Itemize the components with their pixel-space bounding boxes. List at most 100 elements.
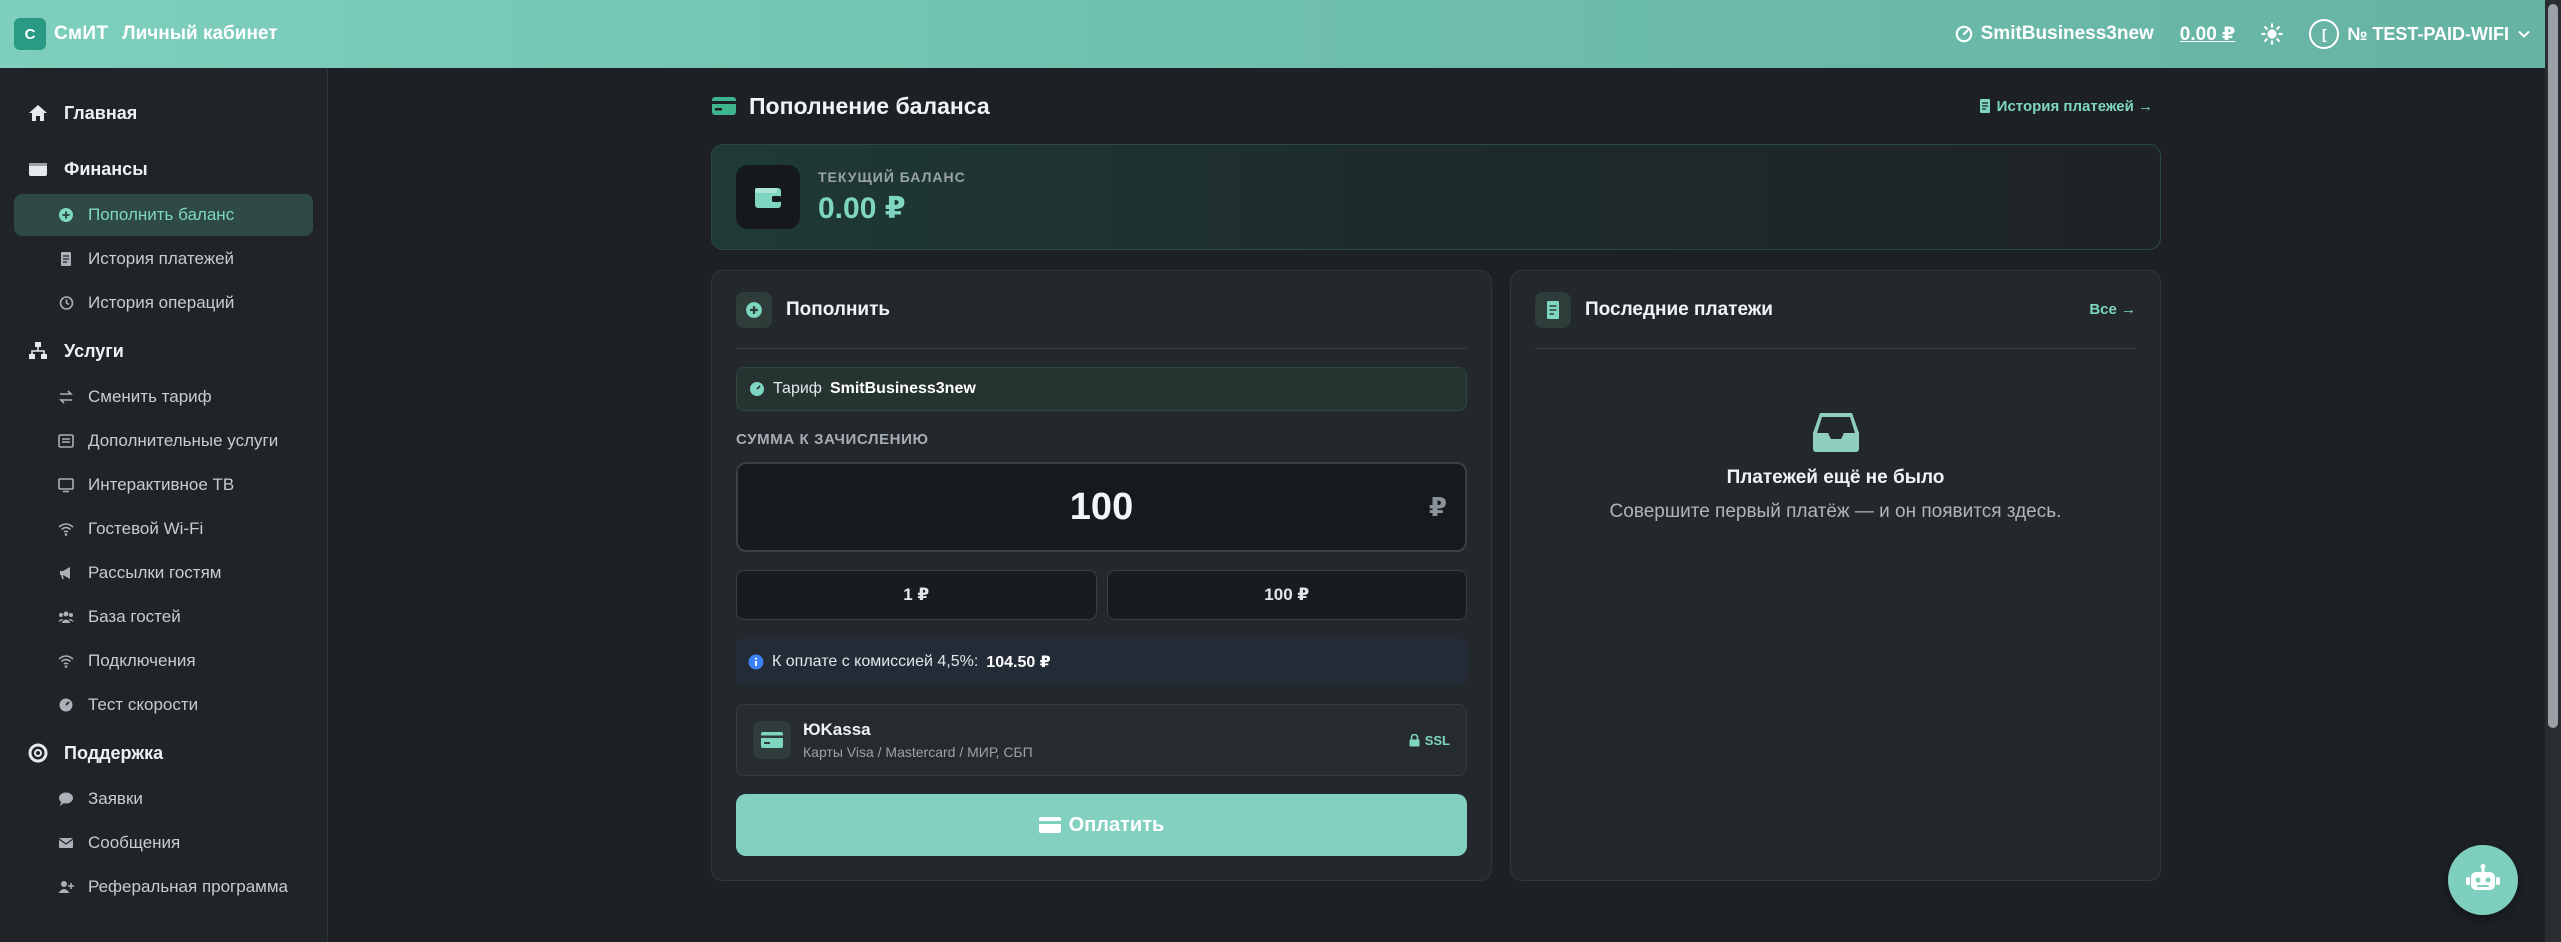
scrollbar[interactable] [2545, 0, 2561, 942]
top-balance[interactable]: 0.00 ₽ [2180, 23, 2235, 46]
sidebar-item-label: Дополнительные услуги [88, 431, 279, 450]
plus-circle-icon [59, 208, 73, 222]
sidebar-item-tickets[interactable]: Заявки [14, 778, 313, 820]
sidebar-item-change-tariff[interactable]: Сменить тариф [14, 376, 313, 418]
info-icon [748, 654, 764, 670]
sidebar-item-home[interactable]: Главная [0, 98, 327, 128]
balance-card: ТЕКУЩИЙ БАЛАНС 0.00 ₽ [711, 144, 2161, 250]
top-tariff-name: SmitBusiness3new [1980, 23, 2154, 44]
receipt-icon [61, 252, 71, 266]
sidebar-item-operations-history[interactable]: История операций [14, 282, 313, 324]
balance-label: ТЕКУЩИЙ БАЛАНС [818, 168, 966, 185]
currency-symbol: ₽ [1428, 491, 1447, 522]
sitemap-icon [29, 342, 47, 359]
sidebar-item-label: Рассылки гостям [88, 563, 222, 582]
sidebar-item-label: Интерактивное ТВ [88, 475, 235, 494]
megaphone-icon [60, 567, 70, 580]
chat-icon [59, 792, 73, 806]
sidebar-item-label: Тест скорости [88, 695, 199, 714]
user-plus-icon [58, 881, 74, 893]
commission-info: К оплате с комиссией 4,5%: 104.50 ₽ [736, 638, 1467, 686]
quick-amount-button[interactable]: 100 ₽ [1106, 570, 1467, 620]
recent-payments-header: Последние платежи Все → [1535, 271, 2136, 349]
amount-label: СУММА К ЗАЧИСЛЕНИЮ [736, 431, 929, 448]
logo[interactable]: С СмИТ Личный кабинет [14, 18, 278, 50]
sidebar-group-label: Финансы [64, 158, 148, 179]
empty-state: Платежей ещё не было Совершите первый пл… [1535, 409, 2136, 523]
sidebar-group-label: Поддержка [64, 742, 164, 763]
sidebar-item-tv[interactable]: Интерактивное ТВ [14, 464, 313, 506]
amount-input[interactable]: 100 ₽ [736, 462, 1467, 552]
avatar: [ [2309, 19, 2340, 49]
sidebar-group-label: Услуги [64, 340, 124, 361]
sidebar-group-finance[interactable]: Финансы [0, 154, 327, 184]
sidebar-item-label: База гостей [88, 607, 181, 626]
empty-title: Платежей ещё не было [1726, 467, 1945, 488]
pay-button-label: Оплатить [1068, 813, 1165, 836]
scrollbar-thumb[interactable] [2548, 4, 2558, 728]
chat-bot-button[interactable] [2448, 845, 2518, 915]
sidebar-item-topup[interactable]: Пополнить баланс [14, 194, 313, 236]
page-title: Пополнение баланса [711, 93, 990, 120]
sidebar-group-support[interactable]: Поддержка [0, 738, 327, 768]
history-icon [59, 296, 74, 310]
sidebar-item-label: Главная [64, 102, 138, 123]
sidebar-item-label: История платежей [88, 249, 235, 268]
envelope-icon [58, 838, 74, 848]
ssl-badge: SSL [1409, 733, 1450, 748]
list-icon [58, 434, 74, 448]
commission-text: К оплате с комиссией 4,5%: [772, 653, 979, 670]
wallet-icon-box [736, 165, 800, 229]
receipt-icon [1535, 291, 1571, 328]
sidebar-item-messages[interactable]: Сообщения [14, 822, 313, 864]
sidebar-item-guest-wifi[interactable]: Гостевой Wi-Fi [14, 508, 313, 550]
wallet-icon [755, 188, 781, 208]
sidebar-item-speed-test[interactable]: Тест скорости [14, 684, 313, 726]
sidebar-item-guest-base[interactable]: База гостей [14, 596, 313, 638]
sidebar-item-label: Гостевой Wi-Fi [88, 519, 204, 538]
tariff-name: SmitBusiness3new [829, 380, 976, 397]
sidebar-item-referral[interactable]: Реферальная программа [14, 866, 313, 908]
quick-amount-button[interactable]: 1 ₽ [736, 570, 1097, 620]
sidebar-item-extra-services[interactable]: Дополнительные услуги [14, 420, 313, 462]
receipt-icon [1979, 99, 1990, 113]
balance-value: 0.00 ₽ [818, 191, 906, 225]
sidebar-item-connections[interactable]: Подключения [14, 640, 313, 682]
ssl-text: SSL [1424, 732, 1450, 748]
users-icon [58, 611, 74, 623]
method-name: ЮKassa [803, 720, 871, 739]
speedometer-icon [750, 382, 764, 396]
payment-history-link[interactable]: История платежей → [1979, 98, 2161, 115]
cabinet-label: Личный кабинет [122, 23, 278, 44]
amount-value: 100 [1069, 485, 1134, 528]
payment-method[interactable]: ЮKassa Карты Visa / Mastercard / МИР, СБ… [736, 704, 1467, 776]
pay-button[interactable]: Оплатить [736, 794, 1467, 856]
sidebar-item-label: Сообщения [88, 833, 181, 852]
commission-value: 104.50 ₽ [986, 654, 1051, 671]
tariff-prefix: Тариф [773, 380, 822, 397]
account-menu[interactable]: [ № TEST-PAID-WIFI [2309, 19, 2531, 49]
topup-panel: Пополнить Тариф SmitBusiness3new СУММА К… [711, 270, 1492, 881]
top-bar: С СмИТ Личный кабинет SmitBusiness3new 0… [0, 0, 2545, 68]
exchange-icon [59, 390, 73, 404]
page-header: Пополнение баланса История платежей → [711, 68, 2161, 144]
sidebar-item-label: История операций [88, 293, 235, 312]
all-payments-link[interactable]: Все → [2089, 301, 2136, 318]
speedometer-icon [1955, 25, 1972, 43]
robot-icon [2466, 864, 2500, 890]
payment-history-link-text: История платежей → [1996, 97, 2153, 115]
lifebuoy-icon [28, 743, 48, 763]
sidebar-item-payment-history[interactable]: История платежей [14, 238, 313, 280]
top-tariff[interactable]: SmitBusiness3new [1955, 23, 2154, 45]
topup-panel-header: Пополнить [736, 271, 1467, 349]
sidebar-item-mailings[interactable]: Рассылки гостям [14, 552, 313, 594]
credit-card-icon [753, 721, 791, 759]
method-description: Карты Visa / Mastercard / МИР, СБП [803, 744, 1033, 760]
theme-toggle[interactable] [2261, 23, 2284, 45]
account-number: № TEST-PAID-WIFI [2347, 23, 2509, 44]
home-icon [29, 105, 47, 121]
recent-payments-panel: Последние платежи Все → Платежей ещё не … [1510, 270, 2161, 881]
wallet-icon [29, 163, 47, 176]
sidebar-group-services[interactable]: Услуги [0, 336, 327, 366]
wifi-icon [58, 523, 74, 536]
